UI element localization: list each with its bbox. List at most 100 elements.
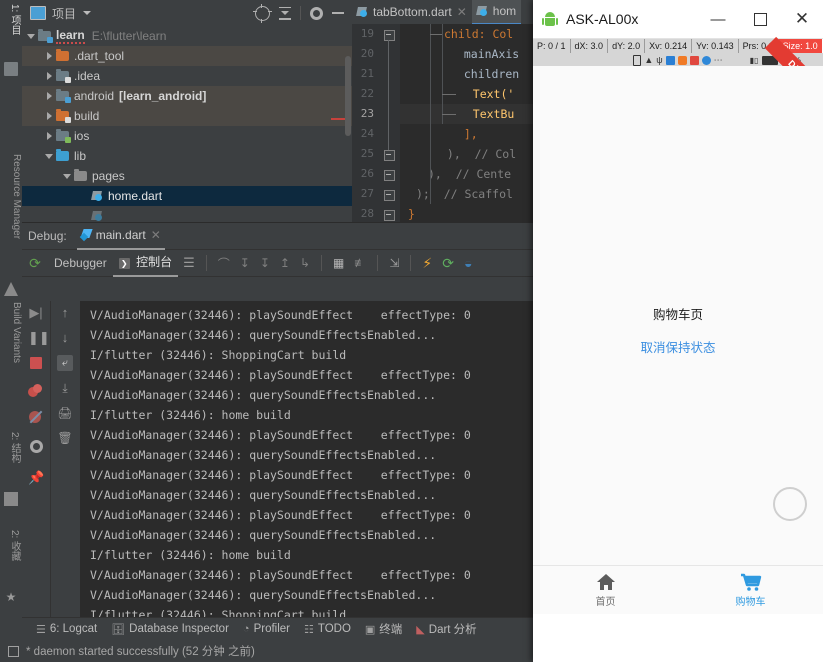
tree-item-pages[interactable]: pages	[22, 166, 352, 186]
scroll-to-end-icon[interactable]: ⤓	[57, 380, 73, 396]
tool-window-todo[interactable]: ☷ TODO	[304, 623, 351, 636]
locate-icon[interactable]	[253, 3, 272, 23]
editor-code-area[interactable]: 19 20 21 22 23 24 25 26 27 28 child: Col…	[352, 24, 534, 222]
mute-breakpoints-icon[interactable]	[28, 409, 44, 425]
open-devtools-icon[interactable]: ◒	[464, 255, 472, 271]
gear-icon[interactable]	[29, 440, 43, 453]
sidebar-item-build-variants[interactable]: Build Variants	[0, 300, 22, 412]
force-step-into-icon[interactable]: ↧	[260, 256, 270, 270]
structure-icon	[4, 492, 18, 506]
app-icon-blue	[701, 55, 711, 65]
tab-label: tabBottom.dart	[373, 5, 452, 19]
view-breakpoints-icon[interactable]	[28, 384, 44, 400]
tab-console[interactable]: ❯ 控制台	[112, 249, 179, 277]
fold-toggle-icon[interactable]	[384, 150, 395, 161]
maximize-button[interactable]	[739, 0, 781, 38]
expand-arrow-icon[interactable]	[44, 70, 56, 82]
collapse-all-icon[interactable]	[279, 6, 291, 20]
resume-program-icon[interactable]: ▶|	[28, 305, 44, 321]
pause-program-icon[interactable]: ❚❚	[28, 330, 50, 346]
print-icon[interactable]: 🖨	[57, 405, 73, 421]
tree-item-learn[interactable]: learn E:\flutter\learn	[22, 26, 352, 46]
close-button[interactable]: ✕	[781, 0, 823, 38]
close-icon[interactable]: ✕	[457, 5, 467, 19]
ide-window: 1: 项目 Resource Manager 2: 结构 2: 收藏 ★ Bui…	[0, 0, 534, 662]
editor-gutter[interactable]: 19 20 21 22 23 24 25 26 27 28	[352, 24, 378, 222]
code-line: children	[450, 67, 520, 81]
expand-arrow-icon[interactable]	[44, 110, 56, 122]
bottom-navigation-bar: 首页 购物车	[533, 565, 823, 614]
project-tree[interactable]: learn E:\flutter\learn .dart_tool .idea …	[22, 26, 352, 222]
close-icon[interactable]: ✕	[151, 228, 161, 242]
evaluate-icon[interactable]: ▦	[333, 256, 344, 270]
log-line: V/AudioManager(32446): playSoundEffect e…	[90, 428, 471, 442]
tab-tabbottom-dart[interactable]: tabBottom.dart ✕	[352, 0, 472, 24]
project-panel-title: 项目	[52, 6, 77, 21]
tree-item-build[interactable]: build	[22, 106, 352, 126]
rerun-icon[interactable]: ⟳	[22, 255, 48, 272]
nav-item-cart[interactable]: 购物车	[678, 573, 823, 608]
minimize-button[interactable]: —	[697, 0, 739, 38]
debug-config-tab[interactable]: main.dart ✕	[76, 222, 165, 250]
tree-item-home-dart[interactable]: home.dart	[22, 186, 352, 206]
menu-icon[interactable]: ☰	[183, 255, 195, 271]
expand-arrow-icon[interactable]	[26, 30, 38, 42]
pin-tab-icon[interactable]: 📌	[28, 470, 44, 486]
fold-line	[388, 40, 389, 150]
step-out-icon[interactable]: ↥	[280, 256, 290, 270]
tree-item-android[interactable]: android [learn_android]	[22, 86, 352, 106]
scroll-down-icon[interactable]: ↓	[57, 330, 73, 346]
fold-toggle-icon[interactable]	[384, 190, 395, 201]
fold-toggle-icon[interactable]	[384, 210, 395, 221]
soft-wrap-icon[interactable]: ⤶	[57, 355, 73, 371]
step-over-icon[interactable]: ⌒	[218, 255, 230, 272]
expand-arrow-icon[interactable]	[44, 90, 56, 102]
stop-icon[interactable]	[30, 357, 42, 369]
fold-toggle-icon[interactable]	[384, 170, 395, 181]
tool-window-database-inspector[interactable]: 🗄 Database Inspector	[111, 623, 229, 636]
tree-item-dart-tool[interactable]: .dart_tool	[22, 46, 352, 66]
debug-console-output[interactable]: V/AudioManager(32446): playSoundEffect e…	[80, 301, 534, 621]
sidebar-item-favorites[interactable]: 2: 收藏	[0, 528, 22, 588]
hide-panel-icon[interactable]	[332, 12, 344, 14]
tab-debugger[interactable]: Debugger	[48, 250, 113, 276]
tool-window-profiler[interactable]: ◔ Profiler	[243, 623, 290, 635]
expand-arrow-icon[interactable]	[44, 50, 56, 62]
tab-home-dart[interactable]: hom	[471, 0, 522, 25]
nav-item-home[interactable]: 首页	[533, 573, 678, 608]
expand-arrow-icon[interactable]	[44, 150, 56, 162]
gear-icon[interactable]	[310, 6, 323, 20]
tree-item-ios[interactable]: ios	[22, 126, 352, 146]
sim-card-icon	[633, 54, 642, 66]
hot-restart-icon[interactable]: ⟳	[442, 255, 454, 272]
emulator-window: ASK-AL00x — ✕ P: 0 / 1 dX: 3.0 dY: 2.0 X…	[533, 0, 823, 662]
terminal-icon: ▣	[364, 623, 376, 636]
sidebar-item-structure[interactable]: 2: 结构	[0, 430, 22, 490]
tree-item-idea[interactable]: .idea	[22, 66, 352, 86]
editor-lines[interactable]: child: Col mainAxis children Text(' Text…	[400, 24, 534, 222]
scroll-up-icon[interactable]: ↑	[57, 305, 73, 321]
layout-inspector-icon[interactable]: ≢	[354, 256, 366, 270]
tree-item-lib[interactable]: lib	[22, 146, 352, 166]
editor-fold-column[interactable]	[378, 24, 400, 222]
emulator-title-bar[interactable]: ASK-AL00x — ✕	[533, 0, 823, 39]
tree-item-next[interactable]	[22, 206, 352, 222]
step-into-icon[interactable]: ↧	[240, 256, 250, 270]
run-to-cursor-icon[interactable]: ↳	[300, 256, 310, 270]
tool-window-logcat[interactable]: ☰ 6: Logcat	[36, 623, 97, 636]
mute-icon[interactable]: ⇲	[389, 256, 399, 270]
expand-arrow-icon[interactable]	[62, 170, 74, 182]
expand-arrow-icon[interactable]	[44, 130, 56, 142]
tool-window-terminal[interactable]: ▣ 终端	[365, 621, 402, 637]
line-number: 22	[360, 87, 374, 100]
project-scrollbar[interactable]	[345, 56, 351, 136]
status-bar: * daemon started successfully (52 分钟 之前)	[0, 640, 534, 662]
fold-toggle-icon[interactable]	[384, 30, 395, 41]
hot-reload-icon[interactable]: ⚡	[422, 255, 432, 272]
sidebar-item-project[interactable]: 1: 项目	[0, 2, 22, 60]
chevron-down-icon[interactable]	[83, 11, 92, 15]
cancel-keepalive-button[interactable]: 取消保持状态	[533, 337, 823, 356]
clear-all-icon[interactable]: 🗑	[57, 430, 73, 446]
tool-window-dart-analysis[interactable]: ◣ Dart 分析	[416, 621, 476, 637]
sidebar-item-resource-manager[interactable]: Resource Manager	[0, 152, 22, 278]
